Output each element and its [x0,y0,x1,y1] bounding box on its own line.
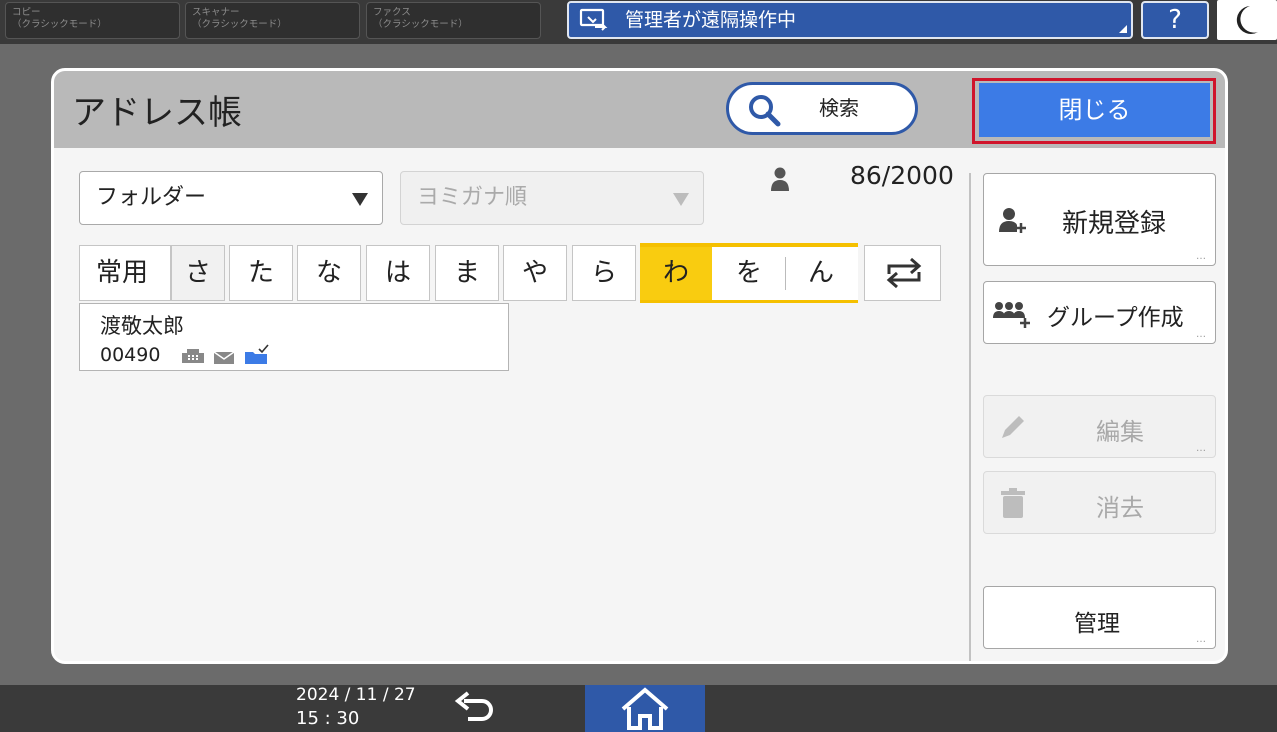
vertical-divider [969,173,971,661]
bottom-bar: 2024 / 11 / 27 15 : 30 [0,685,1277,732]
tab-label: 常用 [96,258,149,288]
entry-count: 86/2000 [850,161,954,190]
remote-operation-status[interactable]: 管理者が遠隔操作中 [567,1,1133,39]
back-arrow-icon [454,691,493,721]
tab-label: さ [184,258,211,288]
copy-tab-label: コピー [12,7,41,18]
scanner-tab-label: スキャナー [192,7,240,18]
person-icon [771,167,789,191]
index-tabs: 常用 さ た な は ま や ら わ を ん [79,243,941,303]
tab-frequent[interactable]: 常用 [79,245,171,301]
entry-name: 渡敬太郎 [100,314,184,338]
tab-label: や [521,258,548,288]
tab-ya[interactable]: や [503,245,567,301]
swap-tabs-button[interactable] [864,245,941,301]
time-display: 15 : 30 [296,708,360,729]
fax-tab-sublabel: （クラシックモード） [373,19,468,30]
fax-icon [182,349,204,363]
more-dots-icon: … [1196,251,1207,262]
dropdown-arrow-icon [352,193,368,206]
expand-corner-icon [1119,25,1127,33]
delete-button: 消去 [983,471,1216,534]
dropdown-arrow-icon [673,193,689,206]
tab-label: ら [590,258,617,288]
home-button[interactable] [585,685,705,732]
folder-icon [245,344,269,364]
dialog-header: アドレス帳 検索 閉じる [54,71,1225,148]
remote-status-text: 管理者が遠隔操作中 [625,9,797,31]
tab-label: な [315,258,342,288]
tab-wa-group[interactable]: わ を ん [640,243,858,303]
manage-label: 管理 [1074,611,1120,637]
swap-arrows-icon [886,257,922,289]
tab-label: は [384,258,411,288]
close-button[interactable]: 閉じる [979,83,1210,137]
pencil-icon [1002,416,1024,438]
delete-label: 消去 [1096,494,1144,522]
copy-tab-sublabel: （クラシックモード） [12,19,107,30]
sleep-button[interactable] [1217,0,1277,40]
moon-icon [1236,6,1258,34]
folder-dropdown-value: フォルダー [96,185,207,210]
folder-dropdown[interactable]: フォルダー [79,171,383,225]
entry-number: 00490 [100,344,161,366]
tab-wa-selected[interactable]: わ [640,247,712,300]
tab-label: ま [453,258,480,288]
add-person-icon [999,208,1026,233]
tab-n[interactable]: ん [786,247,856,300]
edit-label: 編集 [1096,418,1144,446]
search-label: 検索 [819,96,859,120]
page-title: アドレス帳 [72,93,242,133]
home-icon [621,687,669,730]
tab-sa[interactable]: さ [171,245,225,301]
trash-icon [1001,488,1025,518]
scanner-tab-sublabel: （クラシックモード） [192,19,287,30]
sort-order-dropdown: ヨミガナ順 [400,171,704,225]
create-group-label: グループ作成 [1047,305,1184,331]
copy-classic-tab[interactable]: コピー （クラシックモード） [5,2,180,39]
tab-label: た [247,258,274,288]
new-register-button[interactable]: 新規登録 … [983,173,1216,266]
fax-tab-label: ファクス [373,7,411,18]
remote-operation-icon [579,8,608,31]
more-dots-icon: … [1196,443,1207,454]
fax-classic-tab[interactable]: ファクス （クラシックモード） [366,2,541,39]
search-button[interactable]: 検索 [726,82,918,135]
tab-na[interactable]: な [297,245,361,301]
date-display: 2024 / 11 / 27 [296,685,416,705]
tab-wo[interactable]: を [714,247,784,300]
more-dots-icon: … [1196,634,1207,645]
tab-ta[interactable]: た [229,245,293,301]
tab-ha[interactable]: は [366,245,430,301]
scanner-classic-tab[interactable]: スキャナー （クラシックモード） [185,2,360,39]
address-book-dialog: アドレス帳 検索 閉じる フォルダー ヨミガナ順 86/2000 常用 さ た … [51,68,1228,664]
sort-dropdown-value: ヨミガナ順 [417,185,528,210]
new-register-label: 新規登録 [1062,209,1167,239]
manage-button[interactable]: 管理 … [983,586,1216,649]
mail-icon [213,351,235,364]
more-dots-icon: … [1196,329,1207,340]
address-entry[interactable]: 渡敬太郎 00490 [79,303,509,371]
search-icon [749,95,781,127]
back-button[interactable] [450,691,500,727]
top-bar: コピー （クラシックモード） スキャナー （クラシックモード） ファクス （クラ… [0,0,1277,44]
help-button[interactable]: ? [1141,1,1209,39]
group-add-icon [993,302,1030,328]
tab-ma[interactable]: ま [435,245,499,301]
edit-button: 編集 … [983,395,1216,458]
tab-ra[interactable]: ら [572,245,636,301]
create-group-button[interactable]: グループ作成 … [983,281,1216,344]
